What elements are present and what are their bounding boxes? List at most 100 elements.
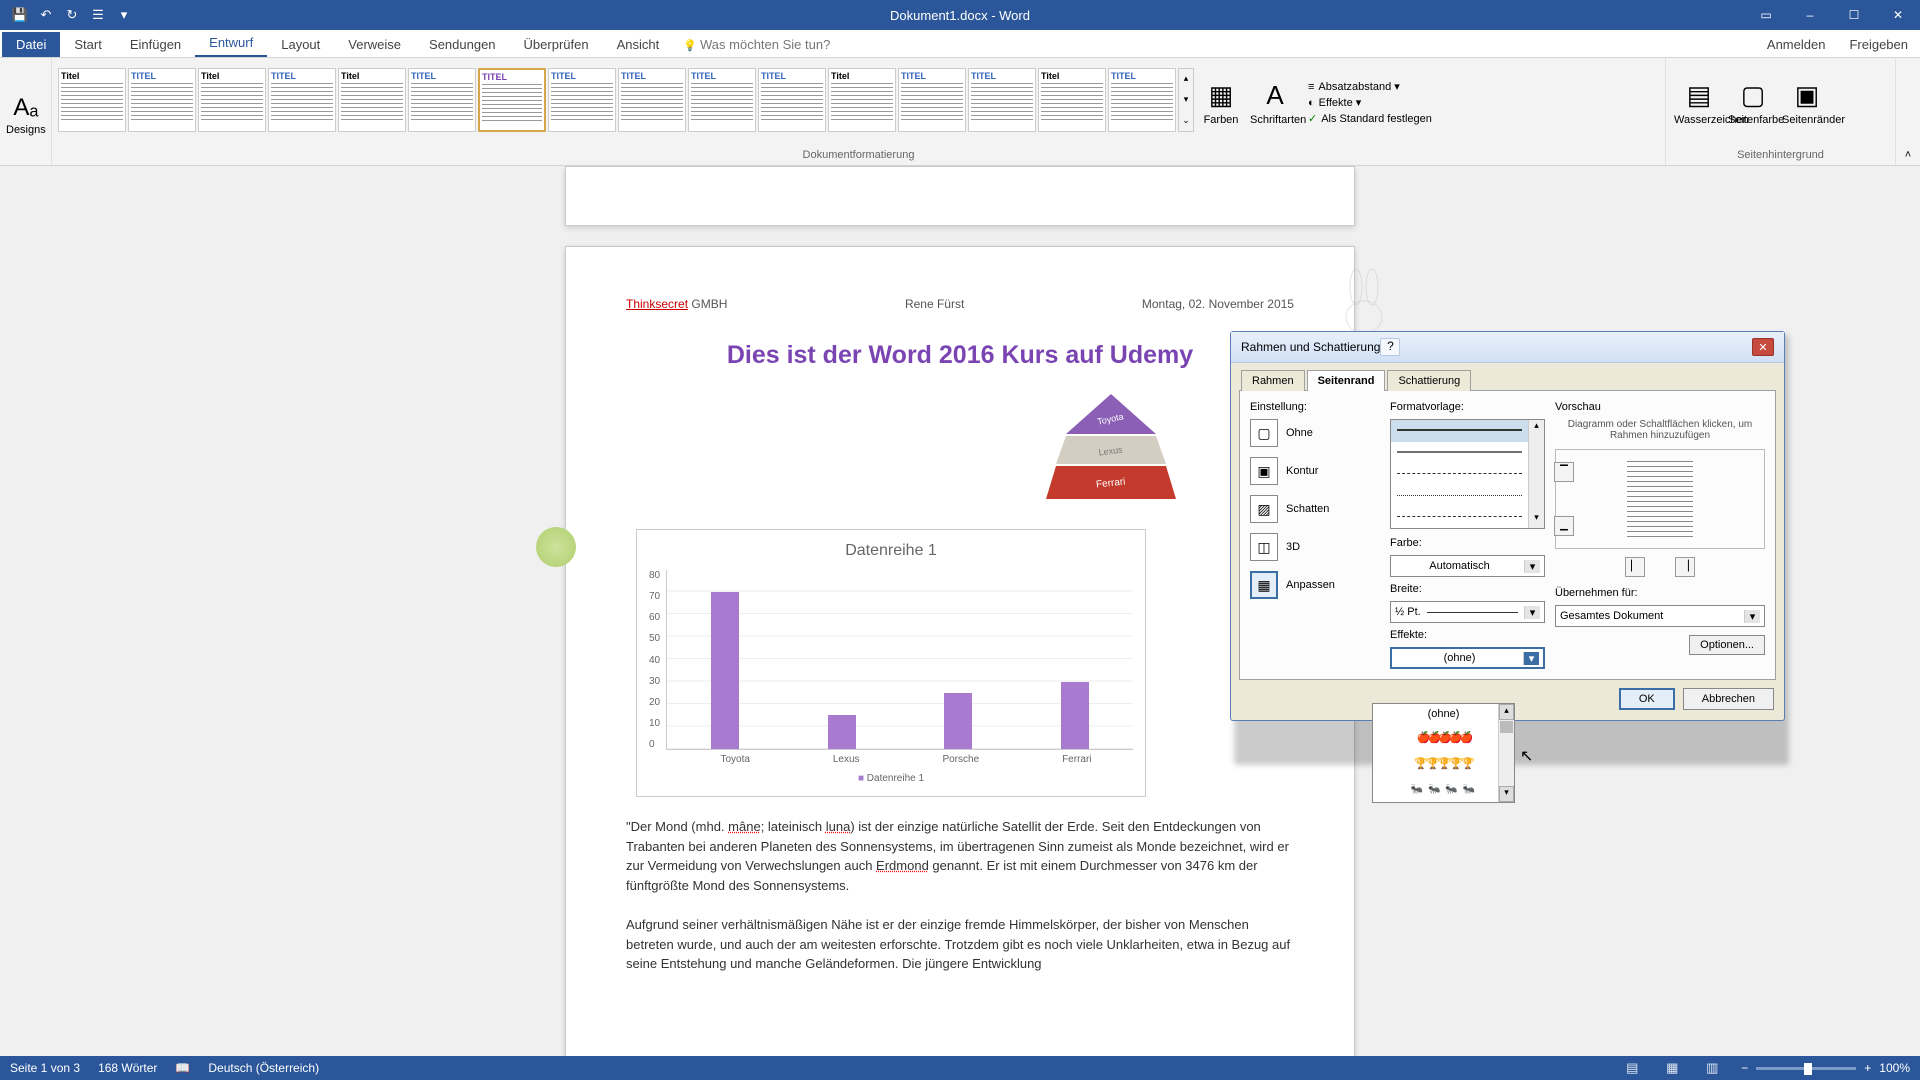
maximize-icon[interactable]: ☐	[1832, 0, 1876, 30]
uebernehmen-label: Übernehmen für:	[1555, 587, 1765, 599]
watermark-button[interactable]: ▤ Wasserzeichen	[1672, 76, 1726, 130]
optionen-button[interactable]: Optionen...	[1689, 635, 1765, 655]
setting-3d[interactable]: ◫3D	[1250, 533, 1380, 561]
breite-label: Breite:	[1390, 583, 1545, 595]
chart: Datenreihe 1 01020304050607080 ToyotaLex…	[636, 529, 1146, 797]
status-page[interactable]: Seite 1 von 3	[10, 1061, 80, 1075]
status-lang[interactable]: Deutsch (Österreich)	[208, 1061, 319, 1075]
paragraph-2: Aufgrund seiner verhältnismäßigen Nähe i…	[626, 915, 1294, 974]
tab-verweise[interactable]: Verweise	[334, 32, 415, 57]
tab-ansicht[interactable]: Ansicht	[603, 32, 674, 57]
view-print-icon[interactable]: ▦	[1661, 1060, 1683, 1076]
breite-combo[interactable]: ½ Pt.▾	[1390, 601, 1545, 623]
signin-link[interactable]: Anmelden	[1755, 32, 1838, 57]
pageborders-button[interactable]: ▣ Seitenränder	[1780, 76, 1834, 130]
undo-icon[interactable]: ↶	[34, 4, 58, 26]
touch-icon[interactable]: ☰	[86, 4, 110, 26]
tab-einfuegen[interactable]: Einfügen	[116, 32, 195, 57]
tab-entwurf[interactable]: Entwurf	[195, 30, 267, 57]
setting-ohne[interactable]: ▢Ohne	[1250, 419, 1380, 447]
dd-scroll-up[interactable]: ▴	[1499, 704, 1514, 720]
preview-box: ▔ ▁	[1555, 449, 1765, 549]
paragraph-1: "Der Mond (mhd. mâne; lateinisch luna) i…	[626, 817, 1294, 895]
tell-me-input[interactable]: Was möchten Sie tun?	[673, 32, 840, 57]
fonts-button[interactable]: A Schriftarten	[1248, 76, 1302, 130]
dd-item-art3[interactable]: 🐜 🐜 🐜 🐜	[1373, 776, 1514, 802]
effekte-button[interactable]: Effekte ▾	[1308, 96, 1432, 109]
colors-icon: ▦	[1196, 80, 1246, 111]
tab-ueberpruefen[interactable]: Überprüfen	[510, 32, 603, 57]
zoom-slider[interactable]	[1756, 1067, 1856, 1070]
effekte-label: Effekte:	[1390, 629, 1545, 641]
setting-anpassen[interactable]: ▦Anpassen	[1250, 571, 1380, 599]
farbe-label: Farbe:	[1390, 537, 1545, 549]
effekte-combo[interactable]: (ohne)▾	[1390, 647, 1545, 669]
chart-legend: Datenreihe 1	[649, 773, 1133, 784]
save-icon[interactable]: 💾	[8, 4, 32, 26]
watermark-icon: ▤	[1674, 80, 1724, 111]
view-read-icon[interactable]: ▤	[1621, 1060, 1643, 1076]
dialog-close-icon[interactable]: ✕	[1752, 338, 1774, 356]
dd-item-ohne[interactable]: (ohne)	[1373, 704, 1514, 724]
minimize-icon[interactable]: –	[1788, 0, 1832, 30]
share-button[interactable]: Freigeben	[1837, 32, 1920, 57]
pagecolor-button[interactable]: ▢ Seitenfarbe	[1726, 76, 1780, 130]
dd-scroll-down[interactable]: ▾	[1499, 786, 1514, 802]
titlebar: 💾 ↶ ↻ ☰ ▾ Dokument1.docx - Word ▭ – ☐ ✕	[0, 0, 1920, 30]
edge-bottom-button[interactable]: ▁	[1554, 516, 1574, 536]
group-background-label: Seitenhintergrund	[1666, 147, 1895, 165]
vorschau-hint: Diagramm oder Schaltflächen klicken, um …	[1555, 419, 1765, 441]
style-list[interactable]: ▴▾	[1390, 419, 1545, 529]
dd-scroll-thumb[interactable]	[1500, 721, 1513, 733]
zoom-out-icon[interactable]: −	[1741, 1061, 1748, 1075]
status-words[interactable]: 168 Wörter	[98, 1061, 157, 1075]
chart-title: Datenreihe 1	[649, 542, 1133, 560]
setting-kontur[interactable]: ▣Kontur	[1250, 457, 1380, 485]
fonts-icon: A	[1250, 80, 1300, 111]
dialog-tab-rahmen[interactable]: Rahmen	[1241, 370, 1305, 391]
designs-button[interactable]: Aₐ Designs	[6, 88, 46, 136]
theme-gallery[interactable]: Titel TITEL Titel TITEL Titel TITEL TITE…	[58, 68, 1194, 138]
window-title: Dokument1.docx - Word	[890, 8, 1030, 23]
cancel-button[interactable]: Abbrechen	[1683, 688, 1774, 710]
edge-left-button[interactable]: ▏	[1625, 557, 1645, 577]
absatzabstand-button[interactable]: Absatzabstand ▾	[1308, 80, 1432, 93]
tab-datei[interactable]: Datei	[2, 32, 60, 57]
ok-button[interactable]: OK	[1619, 688, 1675, 710]
colors-button[interactable]: ▦ Farben	[1194, 76, 1248, 130]
standard-button[interactable]: Als Standard festlegen	[1308, 112, 1432, 125]
edge-right-button[interactable]: ▕	[1675, 557, 1695, 577]
zoom-level[interactable]: 100%	[1879, 1061, 1910, 1075]
setting-schatten[interactable]: ▨Schatten	[1250, 495, 1380, 523]
tab-start[interactable]: Start	[60, 32, 115, 57]
dd-item-art2[interactable]: 🏆🏆🏆🏆🏆	[1373, 750, 1514, 776]
dd-item-art1[interactable]: 🍎🍎🍎🍎🍎	[1373, 724, 1514, 750]
pageborders-icon: ▣	[1782, 80, 1832, 111]
redo-icon[interactable]: ↻	[60, 4, 84, 26]
designs-label: Designs	[6, 124, 46, 136]
annotation-marker	[536, 527, 576, 567]
pyramid-graphic: Toyota Lexus Ferrari	[1046, 394, 1176, 504]
tab-layout[interactable]: Layout	[267, 32, 334, 57]
tab-sendungen[interactable]: Sendungen	[415, 32, 510, 57]
view-web-icon[interactable]: ▥	[1701, 1060, 1723, 1076]
borders-dialog: Rahmen und Schattierung ? ✕ Rahmen Seite…	[1230, 331, 1785, 721]
status-proof-icon[interactable]: 📖	[175, 1061, 190, 1075]
gallery-scroll[interactable]: ▴▾⌄	[1178, 68, 1194, 132]
dialog-help-icon[interactable]: ?	[1380, 338, 1400, 356]
dialog-tab-schattierung[interactable]: Schattierung	[1387, 370, 1471, 391]
edge-top-button[interactable]: ▔	[1554, 462, 1574, 482]
group-formatting-label: Dokumentformatierung	[52, 147, 1665, 165]
dialog-tab-seitenrand[interactable]: Seitenrand	[1307, 370, 1386, 391]
farbe-combo[interactable]: Automatisch▾	[1390, 555, 1545, 577]
effekte-dropdown[interactable]: (ohne) 🍎🍎🍎🍎🍎 🏆🏆🏆🏆🏆 🐜 🐜 🐜 🐜 ▴ ▾	[1372, 703, 1515, 803]
collapse-ribbon-icon[interactable]: ˄	[1896, 58, 1920, 165]
qat-more-icon[interactable]: ▾	[112, 4, 136, 26]
zoom-in-icon[interactable]: +	[1864, 1061, 1871, 1075]
uebernehmen-combo[interactable]: Gesamtes Dokument▾	[1555, 605, 1765, 627]
close-icon[interactable]: ✕	[1876, 0, 1920, 30]
dialog-titlebar[interactable]: Rahmen und Schattierung ? ✕	[1231, 332, 1784, 363]
dialog-title-text: Rahmen und Schattierung	[1241, 340, 1380, 354]
pagecolor-icon: ▢	[1728, 80, 1778, 111]
ribbon-options-icon[interactable]: ▭	[1744, 0, 1788, 30]
